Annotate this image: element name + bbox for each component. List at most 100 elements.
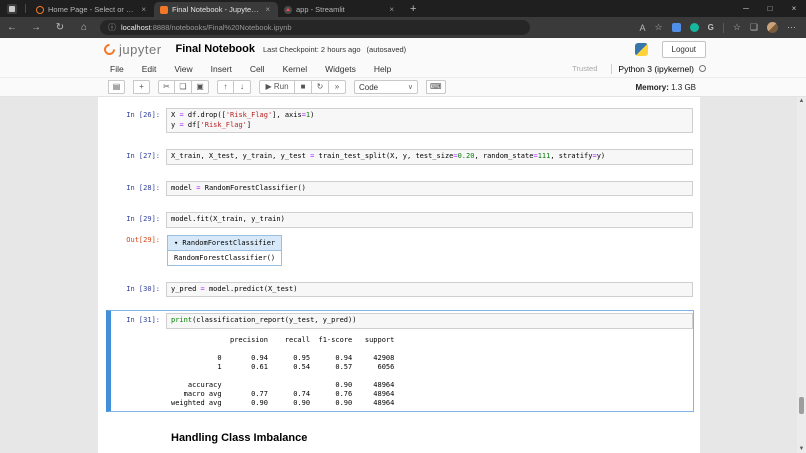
input-prompt: In [26]: (111, 108, 166, 133)
streamlit-favicon (284, 6, 292, 14)
chevron-down-icon: ∨ (408, 83, 413, 91)
profile-avatar[interactable] (767, 22, 778, 33)
cell-type-value: Code (359, 83, 378, 92)
markdown-heading: Handling Class Imbalance (166, 424, 693, 446)
python-logo-icon (635, 43, 648, 56)
browser-tab-bar: Home Page - Select or create a n × Final… (0, 0, 806, 17)
tab-close-icon[interactable]: × (139, 5, 148, 14)
notebook-page: ▸ In [26]:X = df.drop(['Risk_Flag'], axi… (98, 97, 700, 453)
tab-title: Home Page - Select or create a n (48, 5, 135, 14)
restart-run-all-button[interactable]: » (329, 80, 346, 94)
code-cell[interactable]: In [31]:print(classification_report(y_te… (106, 310, 694, 412)
autosave-status: (autosaved) (367, 45, 407, 54)
save-button[interactable]: ▤ (108, 80, 125, 94)
url-host: localhost (121, 23, 151, 32)
notebook-title[interactable]: Final Notebook (176, 43, 255, 55)
menu-view[interactable]: View (174, 64, 192, 74)
back-icon[interactable]: ← (0, 22, 24, 33)
kernel-idle-icon (699, 65, 706, 72)
cell-output-text: precision recall f1-score support 0 0.94… (166, 334, 693, 408)
add-cell-button[interactable]: + (133, 80, 150, 94)
move-cell-down-button[interactable]: ↓ (234, 80, 251, 94)
cell-input-editor[interactable]: X = df.drop(['Risk_Flag'], axis=1)y = df… (166, 108, 693, 133)
scroll-down-icon[interactable]: ▼ (797, 446, 806, 452)
collections-icon[interactable]: ❏ (750, 22, 758, 33)
jupyter-logo-icon (102, 41, 118, 57)
cut-cell-button[interactable]: ✂ (158, 80, 175, 94)
vertical-scrollbar[interactable]: ▲ ▼ (797, 97, 806, 453)
vertical-scrollbar-thumb[interactable] (799, 397, 804, 414)
extension-icon-green[interactable] (690, 23, 699, 32)
cell-input-editor[interactable]: print(classification_report(y_test, y_pr… (166, 313, 693, 329)
code-cell[interactable]: In [28]:model = RandomForestClassifier() (106, 178, 694, 201)
url-bar[interactable]: ⓘ localhost:8888/notebooks/Final%20Noteb… (100, 20, 530, 35)
new-tab-button[interactable]: + (402, 3, 424, 15)
move-cell-up-button[interactable]: ↑ (217, 80, 234, 94)
cell-prompt-spacer (111, 424, 166, 446)
run-icon: ▶ (265, 82, 271, 91)
reload-icon[interactable]: ↻ (48, 22, 72, 33)
cell-input-editor[interactable]: X_train, X_test, y_train, y_test = train… (166, 149, 693, 165)
scroll-up-icon[interactable]: ▲ (797, 98, 806, 104)
site-info-icon[interactable]: ⓘ (108, 22, 116, 33)
logout-button[interactable]: Logout (662, 41, 706, 58)
jupyter-toolbar: ▤ + ✂ ❏ ▣ ↑ ↓ ▶ Run ■ ↻ » Code ∨ ⌨ Memor… (0, 78, 806, 97)
code-cell[interactable]: In [27]:X_train, X_test, y_train, y_test… (106, 146, 694, 169)
input-prompt: In [28]: (111, 181, 166, 197)
cell-input-editor[interactable]: model = RandomForestClassifier() (166, 181, 693, 197)
browser-window: Home Page - Select or create a n × Final… (0, 0, 806, 453)
close-button[interactable]: × (782, 0, 806, 17)
run-button[interactable]: ▶ Run (259, 80, 295, 94)
markdown-cell[interactable]: Handling Class Imbalance (106, 421, 694, 450)
estimator-header[interactable]: ▾ RandomForestClassifier (168, 236, 281, 251)
menu-edit[interactable]: Edit (142, 64, 157, 74)
menu-insert[interactable]: Insert (211, 64, 232, 74)
code-cell[interactable]: In [30]:y_pred = model.predict(X_test) (106, 279, 694, 302)
tab-home-page[interactable]: Home Page - Select or create a n × (30, 2, 154, 17)
paste-cell-button[interactable]: ▣ (192, 80, 209, 94)
interrupt-kernel-button[interactable]: ■ (295, 80, 312, 94)
extension-icon-g[interactable]: G (708, 23, 714, 32)
workspaces-icon[interactable] (7, 4, 17, 14)
more-menu-icon[interactable]: ⋯ (787, 22, 796, 33)
tab-streamlit-app[interactable]: app - Streamlit × (278, 2, 402, 17)
favorites-icon[interactable]: ☆ (733, 22, 741, 33)
command-palette-button[interactable]: ⌨ (426, 80, 446, 94)
home-icon[interactable]: ⌂ (72, 22, 96, 33)
restart-kernel-button[interactable]: ↻ (312, 80, 329, 94)
favorite-add-icon[interactable]: ☆ (655, 22, 663, 33)
memory-value: 1.3 GB (671, 83, 696, 92)
cell-input-editor[interactable]: y_pred = model.predict(X_test) (166, 282, 693, 298)
tab-title: Final Notebook - Jupyter Noteb (172, 5, 259, 14)
cell-type-dropdown[interactable]: Code ∨ (354, 80, 418, 94)
run-label: Run (274, 82, 289, 91)
jupyter-logo[interactable]: jupyter (104, 42, 162, 57)
menu-kernel[interactable]: Kernel (283, 64, 308, 74)
memory-label: Memory: (636, 83, 669, 92)
copy-cell-button[interactable]: ❏ (175, 80, 192, 94)
tab-close-icon[interactable]: × (387, 5, 396, 14)
forward-icon[interactable]: → (24, 22, 48, 33)
checkpoint-status: Last Checkpoint: 2 hours ago (263, 45, 361, 54)
kernel-divider (611, 64, 612, 74)
tab-close-icon[interactable]: × (263, 5, 272, 14)
sklearn-estimator-widget[interactable]: ▾ RandomForestClassifierRandomForestClas… (167, 235, 282, 266)
input-prompt: In [27]: (111, 149, 166, 165)
code-cell[interactable]: In [29]:model.fit(X_train, y_train)Out[2… (106, 209, 694, 270)
jupyter-menubar: File Edit View Insert Cell Kernel Widget… (0, 60, 806, 78)
read-aloud-icon[interactable]: A (640, 23, 646, 33)
menu-widgets[interactable]: Widgets (325, 64, 356, 74)
code-cell[interactable]: In [26]:X = df.drop(['Risk_Flag'], axis=… (106, 105, 694, 137)
extension-icon-blue[interactable] (672, 23, 681, 32)
tab-title: app - Streamlit (296, 5, 383, 14)
browser-address-bar: ← → ↻ ⌂ ⓘ localhost:8888/notebooks/Final… (0, 17, 806, 38)
cell-input-editor[interactable]: model.fit(X_train, y_train) (166, 212, 693, 228)
tab-final-notebook[interactable]: Final Notebook - Jupyter Noteb × (154, 2, 278, 17)
minimize-button[interactable]: ─ (734, 0, 758, 17)
input-prompt: In [29]: (111, 212, 166, 228)
menu-cell[interactable]: Cell (250, 64, 265, 74)
menu-file[interactable]: File (110, 64, 124, 74)
estimator-body: RandomForestClassifier() (168, 251, 281, 265)
maximize-button[interactable]: □ (758, 0, 782, 17)
menu-help[interactable]: Help (374, 64, 391, 74)
